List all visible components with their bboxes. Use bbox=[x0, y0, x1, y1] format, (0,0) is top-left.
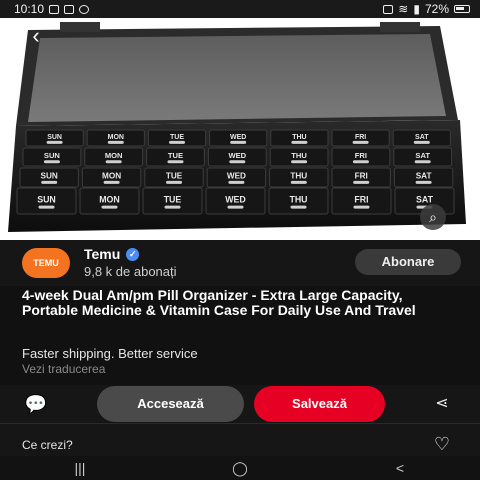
week-tag bbox=[352, 140, 369, 144]
channel-avatar[interactable]: TEMU bbox=[22, 248, 70, 278]
week-tag bbox=[105, 160, 122, 164]
pill-organizer-illustration: SUN MON TUE WED THU FRI SAT SUN MON TUE WED THU FRI S… bbox=[8, 22, 466, 232]
week-tag bbox=[413, 140, 430, 144]
compartment-day-label: FRI bbox=[354, 194, 368, 204]
week-tag bbox=[290, 205, 307, 209]
battery-percent: 72% bbox=[424, 2, 449, 16]
week-tag bbox=[291, 160, 308, 164]
week-tag bbox=[101, 205, 118, 209]
verified-icon: ✓ bbox=[126, 247, 140, 261]
week-tag bbox=[166, 180, 182, 184]
compartment-day-label: SUN bbox=[44, 151, 60, 160]
whatsapp-icon bbox=[79, 4, 90, 14]
visual-search-icon[interactable]: ⌕ bbox=[420, 204, 446, 230]
product-image[interactable]: SUN MON TUE WED THU FRI SAT SUN MON TUE WED THU FRI S… bbox=[0, 18, 480, 240]
week-tag bbox=[290, 180, 307, 184]
compartment-day-label: SAT bbox=[416, 194, 434, 204]
compartment-day-label: SAT bbox=[415, 134, 429, 141]
compartment-day-label: TUE bbox=[170, 134, 184, 141]
compartment-day-label: FRI bbox=[355, 134, 366, 141]
access-button[interactable]: Accesează bbox=[97, 386, 244, 422]
compartment-day-label: WED bbox=[225, 194, 246, 204]
back-button[interactable]: < bbox=[370, 460, 430, 476]
compartment-day-label: WED bbox=[228, 151, 246, 160]
compartment-day-label: SUN bbox=[37, 194, 56, 204]
compartment-day-label: FRI bbox=[355, 171, 368, 180]
image-icon bbox=[49, 4, 60, 14]
compartment-day-label: TUE bbox=[164, 194, 182, 204]
compartment-day-label: SAT bbox=[416, 171, 432, 180]
week-tag bbox=[353, 180, 370, 184]
status-left: 10:10 bbox=[0, 2, 90, 16]
compartment-day-label: SAT bbox=[415, 151, 430, 160]
week-tag bbox=[107, 140, 124, 144]
pin-tagline: Faster shipping. Better service bbox=[22, 346, 198, 361]
compartment-day-label: WED bbox=[227, 171, 246, 180]
week-tag bbox=[227, 205, 244, 209]
compartment-day-label: MON bbox=[99, 194, 120, 204]
wifi-icon: ≋ bbox=[398, 2, 409, 16]
alarm-icon bbox=[383, 4, 394, 14]
lid-window bbox=[28, 34, 446, 122]
comment-icon[interactable]: 💬 bbox=[24, 393, 48, 415]
battery-icon bbox=[454, 5, 470, 13]
week-tag bbox=[415, 180, 432, 184]
week-tag bbox=[167, 160, 184, 164]
compartment-day-label: THU bbox=[289, 194, 307, 204]
compartment-day-label: THU bbox=[292, 134, 306, 141]
pill-grid: SUN MON TUE WED THU FRI SAT SUN MON TUE WED THU FRI S… bbox=[16, 129, 455, 215]
pin-title: 4-week Dual Am/pm Pill Organizer - Extra… bbox=[22, 287, 416, 318]
week-tag bbox=[353, 205, 370, 209]
status-right: ≋ ▮ 72% bbox=[383, 2, 480, 16]
channel-name[interactable]: Temu ✓ bbox=[84, 246, 140, 262]
compartment-day-label: TUE bbox=[168, 151, 183, 160]
compartment-day-label: SUN bbox=[41, 171, 58, 180]
lid-clip-left bbox=[60, 22, 100, 32]
week-tag bbox=[169, 140, 185, 144]
compartment-day-label: MON bbox=[108, 134, 124, 141]
compartment-day-label: THU bbox=[291, 151, 307, 160]
save-button[interactable]: Salvează bbox=[254, 386, 385, 422]
status-bar: 10:10 ≋ ▮ 72% bbox=[0, 0, 480, 18]
comment-row[interactable]: Ce crezi? ♡ bbox=[0, 423, 480, 456]
week-tag bbox=[103, 180, 120, 184]
compartment-day-label: MON bbox=[105, 151, 123, 160]
week-tag bbox=[38, 205, 55, 209]
week-tag bbox=[414, 160, 431, 164]
compartment-day-label: TUE bbox=[166, 171, 183, 180]
email-icon bbox=[64, 4, 75, 14]
back-arrow-icon[interactable]: ‹ bbox=[22, 22, 50, 50]
recent-apps-button[interactable]: ||| bbox=[50, 460, 110, 476]
subscribe-button[interactable]: Abonare bbox=[355, 249, 461, 275]
week-tag bbox=[291, 140, 308, 144]
week-tag bbox=[43, 160, 60, 164]
week-tag bbox=[164, 205, 181, 209]
home-button[interactable]: ◯ bbox=[210, 460, 270, 477]
week-tag bbox=[352, 160, 369, 164]
channel-row: TEMU Temu ✓ 9,8 k de abonați Abonare bbox=[0, 240, 480, 286]
subscriber-count: 9,8 k de abonați bbox=[84, 264, 177, 279]
week-tag bbox=[228, 180, 245, 184]
compartment-day-label: THU bbox=[290, 171, 307, 180]
action-row: 💬 Accesează Salvează ⋖ bbox=[0, 385, 480, 423]
compartment-day-label: WED bbox=[230, 134, 246, 141]
status-time: 10:10 bbox=[14, 2, 45, 16]
navigation-bar: ||| ◯ < bbox=[0, 456, 480, 480]
week-tag bbox=[230, 140, 247, 144]
heart-icon[interactable]: ♡ bbox=[430, 434, 454, 454]
comment-prompt: Ce crezi? bbox=[22, 438, 73, 452]
week-tag bbox=[229, 160, 246, 164]
lid-clip-right bbox=[380, 22, 420, 32]
avatar-text: TEMU bbox=[33, 258, 59, 268]
share-icon[interactable]: ⋖ bbox=[430, 393, 454, 415]
week-tag bbox=[46, 140, 63, 144]
translate-link[interactable]: Vezi traducerea bbox=[22, 362, 105, 376]
compartment-day-label: FRI bbox=[355, 151, 367, 160]
compartment-day-label: MON bbox=[102, 171, 121, 180]
week-tag bbox=[41, 180, 58, 184]
compartment-day-label: SUN bbox=[47, 134, 62, 141]
channel-name-text: Temu bbox=[84, 246, 121, 262]
signal-icon: ▮ bbox=[413, 2, 420, 16]
